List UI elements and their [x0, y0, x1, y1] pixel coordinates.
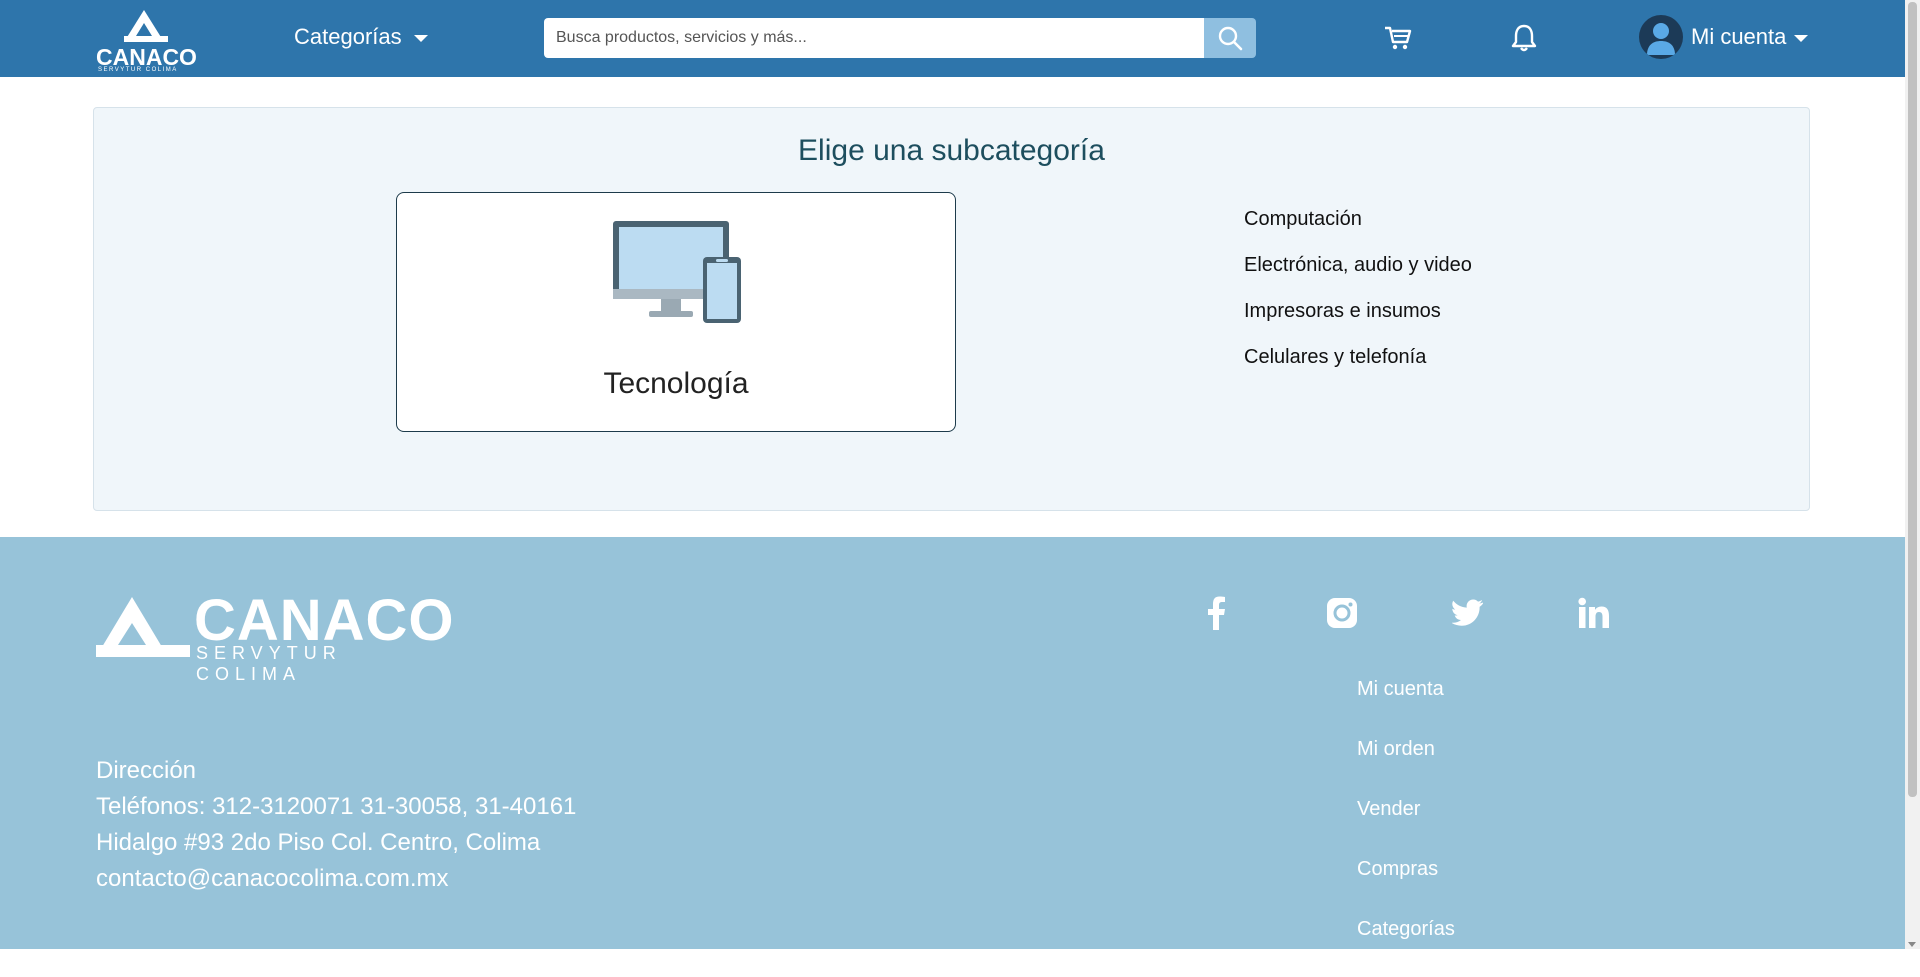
contact-address: Hidalgo #93 2do Piso Col. Centro, Colima	[96, 829, 541, 856]
facebook-icon	[1208, 596, 1225, 630]
subcategory-item-impresoras[interactable]: Impresoras e insumos	[1244, 288, 1472, 334]
logo-subtext: SERVYTUR COLIMA	[98, 67, 178, 73]
notifications-button[interactable]	[1508, 22, 1540, 54]
cart-icon	[1385, 26, 1412, 50]
page-scrollbar[interactable]	[1905, 0, 1920, 949]
contact-email[interactable]: contacto@canacocolima.com.mx	[96, 861, 576, 897]
scrollbar-thumb[interactable]	[1908, 2, 1917, 797]
footer-link-vender[interactable]: Vender	[1357, 797, 1455, 857]
subcategory-panel: Elige una subcategoría Tecnología Comput…	[93, 107, 1810, 511]
subcategory-item-electronica[interactable]: Electrónica, audio y video	[1244, 242, 1472, 288]
search-bar	[544, 18, 1256, 58]
account-menu[interactable]: Mi cuenta	[1639, 15, 1809, 59]
categories-dropdown[interactable]: Categorías	[294, 24, 428, 50]
logo-triangle-icon	[124, 10, 168, 42]
avatar	[1639, 15, 1683, 59]
twitter-link[interactable]	[1448, 593, 1488, 633]
footer-link-categorias[interactable]: Categorías	[1357, 917, 1455, 977]
page-title: Elige una subcategoría	[798, 134, 1105, 167]
footer-link-mi-cuenta[interactable]: Mi cuenta	[1357, 677, 1455, 737]
account-label: Mi cuenta	[1691, 24, 1787, 49]
footer: CANACO SERVYTUR COLIMA Dirección Teléfon…	[0, 537, 1905, 949]
logo-triangle-icon	[96, 597, 190, 657]
cart-button[interactable]	[1382, 22, 1414, 54]
chevron-down-icon	[413, 34, 428, 42]
canaco-logo[interactable]: CANACO SERVYTUR COLIMA	[94, 6, 197, 73]
devices-icon	[613, 221, 741, 323]
subcategory-list: Computación Electrónica, audio y video I…	[1244, 196, 1472, 380]
contact-phones: Teléfonos: 312-3120071 31-30058, 31-4016…	[96, 793, 577, 820]
subcategory-item-celulares[interactable]: Celulares y telefonía	[1244, 334, 1472, 380]
top-navbar: CANACO SERVYTUR COLIMA Categorías Busca …	[0, 0, 1905, 77]
instagram-icon	[1327, 598, 1357, 628]
search-icon	[1218, 26, 1243, 51]
linkedin-icon	[1578, 597, 1609, 628]
chevron-down-icon	[1794, 34, 1809, 42]
category-card-tecnologia[interactable]: Tecnología	[396, 192, 956, 432]
footer-links: Mi cuenta Mi orden Vender Compras Catego…	[1357, 677, 1455, 977]
categories-label: Categorías	[294, 24, 402, 49]
subcategory-item-computacion[interactable]: Computación	[1244, 196, 1472, 242]
contact-info: Dirección Teléfonos: 312-3120071 31-3005…	[96, 753, 576, 897]
search-input[interactable]	[544, 18, 1204, 58]
instagram-link[interactable]	[1322, 593, 1362, 633]
scroll-down-icon[interactable]	[1908, 942, 1916, 947]
contact-heading: Dirección	[96, 757, 197, 784]
footer-link-mi-orden[interactable]: Mi orden	[1357, 737, 1455, 797]
user-icon	[1647, 23, 1675, 55]
footer-link-compras[interactable]: Compras	[1357, 857, 1455, 917]
category-card-label: Tecnología	[603, 367, 749, 400]
bell-icon	[1511, 24, 1537, 52]
footer-logo-subtext: SERVYTUR COLIMA	[196, 643, 342, 684]
linkedin-link[interactable]	[1574, 593, 1614, 633]
footer-logo[interactable]: CANACO SERVYTUR COLIMA	[96, 588, 454, 684]
search-button[interactable]	[1204, 18, 1256, 58]
twitter-icon	[1452, 599, 1483, 626]
facebook-link[interactable]	[1196, 593, 1236, 633]
